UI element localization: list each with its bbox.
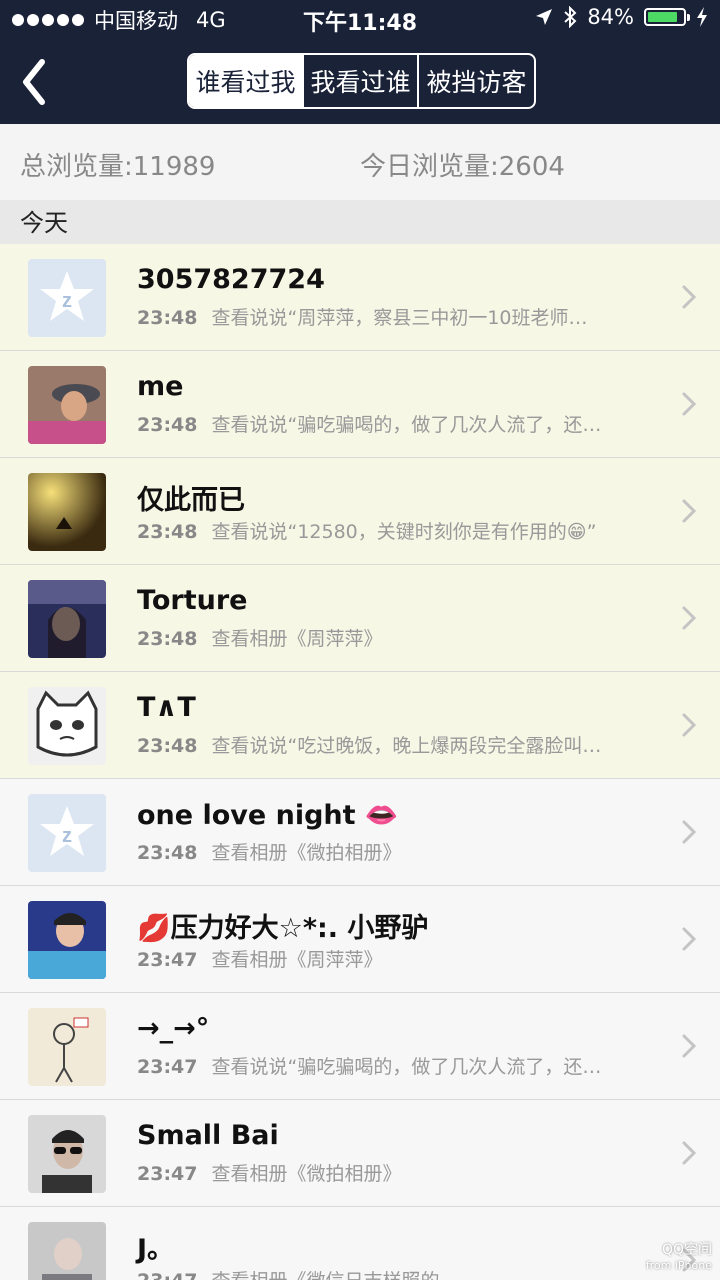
visit-time: 23:47 — [137, 1163, 198, 1185]
visitor-row[interactable]: 💋压力好大☆*:. 小野驴 23:47 查看相册《周萍萍》 — [0, 886, 720, 993]
visitor-row[interactable]: T∧T 23:48 查看说说“吃过晚饭，晚上爆两段完全露脸叫… — [0, 672, 720, 779]
visit-time: 23:48 — [137, 414, 198, 436]
chevron-left-icon[interactable] — [16, 54, 56, 110]
chevron-right-icon — [682, 713, 697, 737]
avatar[interactable] — [28, 901, 106, 979]
chevron-right-icon — [682, 392, 697, 416]
visitor-row[interactable]: →_→° 23:47 查看说说“骗吃骗喝的，做了几次人流了，还… — [0, 993, 720, 1100]
visit-action: 查看相册《微拍相册》 — [211, 1163, 402, 1185]
visit-detail: 23:48 查看说说“12580，关键时刻你是有作用的😁” — [137, 517, 637, 544]
visit-action: 查看说说“骗吃骗喝的，做了几次人流了，还… — [211, 414, 602, 436]
visitor-name: one love night 👄 — [137, 800, 399, 831]
watermark-subtitle: from iPhone — [645, 1259, 712, 1272]
svg-text:z: z — [62, 290, 72, 312]
watermark-title: QQ空间 — [661, 1242, 712, 1258]
chevron-right-icon — [682, 606, 697, 630]
avatar[interactable] — [28, 1115, 106, 1193]
visit-action: 查看相册《周萍萍》 — [211, 949, 383, 971]
visitor-name: 3057827724 — [137, 264, 325, 295]
chevron-right-icon — [682, 1141, 697, 1165]
avatar[interactable] — [28, 1222, 106, 1280]
nav-bar: 谁看过我 我看过谁 被挡访客 — [0, 40, 720, 124]
visitor-name: Small Bai — [137, 1120, 279, 1151]
view-stats: 总浏览量:11989 今日浏览量:2604 — [0, 124, 720, 200]
avatar[interactable]: z — [28, 259, 106, 337]
visit-action: 查看说说“骗吃骗喝的，做了几次人流了，还… — [211, 1056, 602, 1078]
visitor-row[interactable]: me 23:48 查看说说“骗吃骗喝的，做了几次人流了，还… — [0, 351, 720, 458]
battery-icon — [644, 8, 690, 26]
visit-detail: 23:48 查看说说“周萍萍，察县三中初一10班老师… — [137, 303, 637, 330]
chevron-right-icon — [682, 820, 697, 844]
visitor-row[interactable]: z one love night 👄 23:48 查看相册《微拍相册》 — [0, 779, 720, 886]
visit-detail: 23:47 查看相册《微信日志样照的 — [137, 1266, 637, 1280]
visit-time: 23:48 — [137, 521, 198, 543]
tab-whom-i-viewed[interactable]: 我看过谁 — [304, 55, 419, 107]
avatar[interactable] — [28, 580, 106, 658]
visit-action: 查看说说“12580，关键时刻你是有作用的😁” — [211, 521, 597, 543]
visitor-row[interactable]: z 3057827724 23:48 查看说说“周萍萍，察县三中初一10班老师… — [0, 244, 720, 351]
chevron-right-icon — [682, 285, 697, 309]
visit-action: 查看相册《微拍相册》 — [211, 842, 402, 864]
bluetooth-icon — [564, 6, 577, 28]
visitor-name: 仅此而已 — [137, 485, 245, 516]
visit-detail: 23:47 查看说说“骗吃骗喝的，做了几次人流了，还… — [137, 1052, 637, 1079]
visit-detail: 23:48 查看说说“骗吃骗喝的，做了几次人流了，还… — [137, 410, 637, 437]
avatar[interactable] — [28, 687, 106, 765]
visitor-row[interactable]: Torture 23:48 查看相册《周萍萍》 — [0, 565, 720, 672]
chevron-right-icon — [682, 1034, 697, 1058]
avatar[interactable] — [28, 366, 106, 444]
total-views: 总浏览量:11989 — [20, 152, 216, 182]
svg-text:z: z — [62, 825, 72, 847]
visit-time: 23:48 — [137, 842, 198, 864]
visit-detail: 23:47 查看相册《微拍相册》 — [137, 1159, 637, 1186]
battery-percent: 84% — [587, 5, 634, 29]
visitor-name: 💋压力好大☆*:. 小野驴 — [137, 913, 429, 944]
visit-action: 查看相册《周萍萍》 — [211, 628, 383, 650]
avatar[interactable]: z — [28, 794, 106, 872]
chevron-right-icon — [682, 499, 697, 523]
visit-time: 23:47 — [137, 1270, 197, 1280]
status-bar: 中国移动 4G 下午11:48 84% — [0, 0, 720, 40]
visitor-row[interactable]: Small Bai 23:47 查看相册《微拍相册》 — [0, 1100, 720, 1207]
qzone-watermark: QQ空间 from iPhone — [646, 1239, 712, 1272]
visitor-name: T∧T — [137, 692, 196, 723]
visitor-row[interactable]: J。 23:47 查看相册《微信日志样照的 — [0, 1207, 720, 1280]
location-icon — [536, 9, 553, 25]
visit-detail: 23:48 查看相册《周萍萍》 — [137, 624, 637, 651]
visit-action: 查看说说“吃过晚饭，晚上爆两段完全露脸叫… — [211, 735, 602, 757]
visitor-row[interactable]: 仅此而已 23:48 查看说说“12580，关键时刻你是有作用的😁” — [0, 458, 720, 565]
visit-detail: 23:47 查看相册《周萍萍》 — [137, 945, 637, 972]
visit-time: 23:48 — [137, 628, 198, 650]
visit-action: 查看说说“周萍萍，察县三中初一10班老师… — [211, 307, 588, 329]
visit-time: 23:47 — [137, 949, 198, 971]
avatar[interactable] — [28, 473, 106, 551]
visit-time: 23:47 — [137, 1056, 198, 1078]
section-header-today: 今天 — [0, 200, 720, 244]
visitor-name: me — [137, 371, 184, 402]
chevron-right-icon — [682, 927, 697, 951]
visit-detail: 23:48 查看相册《微拍相册》 — [137, 838, 637, 865]
segmented-tabs: 谁看过我 我看过谁 被挡访客 — [187, 53, 536, 109]
today-views: 今日浏览量:2604 — [360, 152, 565, 182]
visitor-name: Torture — [137, 585, 248, 616]
visit-time: 23:48 — [137, 735, 198, 757]
charging-icon — [697, 7, 707, 27]
tab-blocked-visitors[interactable]: 被挡访客 — [419, 55, 534, 107]
tab-who-viewed-me[interactable]: 谁看过我 — [189, 55, 304, 107]
visit-action: 查看相册《微信日志样照的 — [211, 1270, 439, 1280]
visitor-name: J。 — [137, 1234, 175, 1265]
visitor-name: →_→° — [137, 1013, 210, 1044]
visit-time: 23:48 — [137, 307, 198, 329]
avatar[interactable] — [28, 1008, 106, 1086]
visitor-list: z 3057827724 23:48 查看说说“周萍萍，察县三中初一10班老师… … — [0, 244, 720, 1280]
visit-detail: 23:48 查看说说“吃过晚饭，晚上爆两段完全露脸叫… — [137, 731, 637, 758]
